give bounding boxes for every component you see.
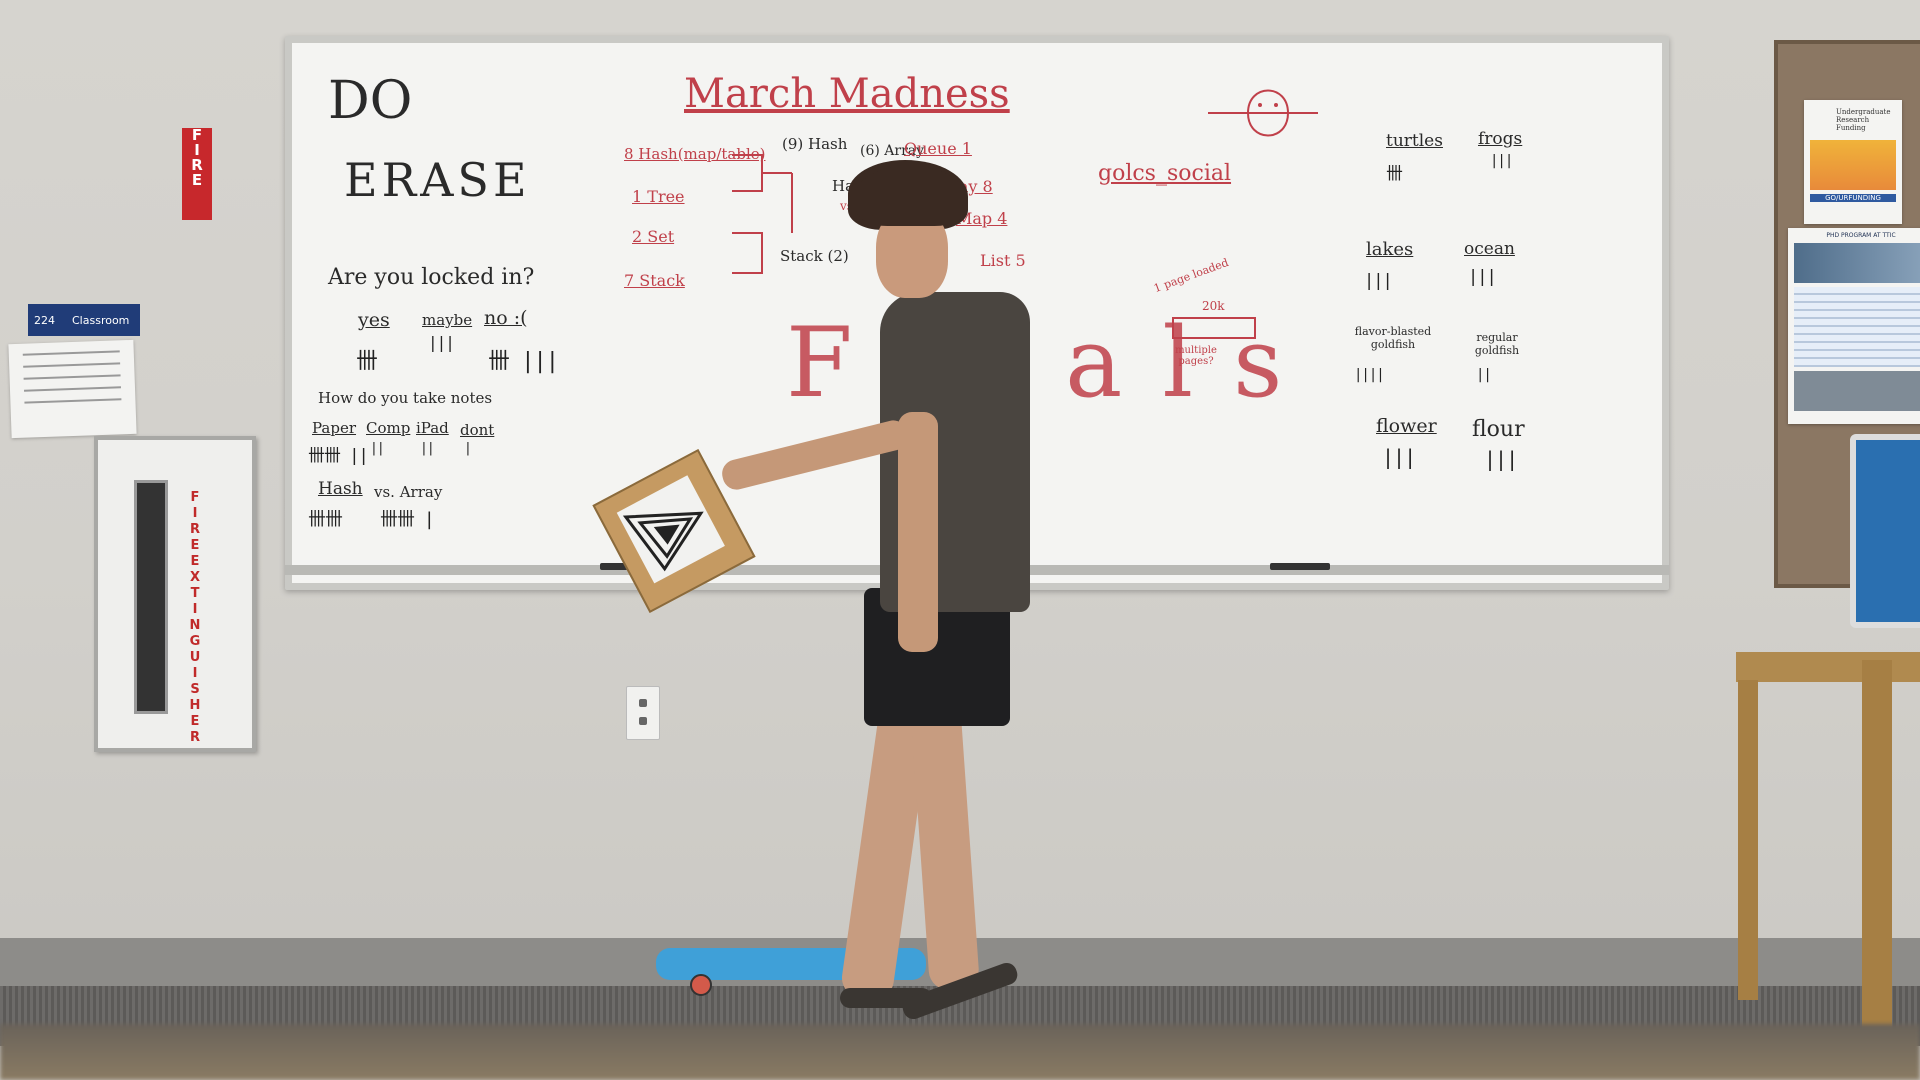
bracket-tree: 1 Tree xyxy=(632,187,685,206)
bracket-stack2: Stack (2) xyxy=(780,247,849,265)
board-multiple-pages: multiple pages? xyxy=(1175,345,1217,367)
board-march-madness-title: March Madness xyxy=(684,71,1010,117)
flyer-research-funding: Undergraduate Research Funding GO/URFUND… xyxy=(1804,100,1902,224)
posted-notice xyxy=(8,339,137,439)
fire-sign-letter: E xyxy=(191,171,203,189)
eraser xyxy=(1270,563,1330,570)
board-no: no :( xyxy=(484,307,528,329)
cabinet-label: FIRE EXTINGUISHER xyxy=(189,490,201,745)
skateboard-wheel xyxy=(690,974,712,996)
tally-array: 卌卌 | xyxy=(380,509,435,530)
board-ocean: ocean xyxy=(1464,239,1515,259)
tally-dont: | xyxy=(464,441,472,456)
board-page-box xyxy=(1172,317,1256,339)
room-sign: 224 Classroom xyxy=(28,304,140,336)
board-20k: 20k xyxy=(1202,299,1225,313)
board-vs-array: vs. Array xyxy=(374,483,443,501)
blurred-foreground xyxy=(0,1024,1920,1080)
board-lakes: lakes xyxy=(1366,239,1414,260)
tally-turtles: 卌 xyxy=(1386,164,1403,184)
tally-fb: |||| xyxy=(1354,367,1385,383)
cabinet-window xyxy=(134,480,168,714)
board-page-note: 1 page loaded xyxy=(1152,255,1231,296)
bracket-hash9: (9) Hash xyxy=(782,135,848,153)
tally-lakes: ||| xyxy=(1364,271,1393,291)
triangle-drawing-icon xyxy=(622,511,704,572)
tally-paper: 卌卌 || xyxy=(308,446,369,466)
board-social: golcs_social xyxy=(1098,161,1232,186)
board-maybe: maybe xyxy=(422,311,473,329)
board-dont: dont xyxy=(460,421,495,439)
flyer-footer: GO/URFUNDING xyxy=(1810,194,1896,202)
chair-leg xyxy=(1862,660,1892,1030)
bracket-queue: Queue 1 xyxy=(904,139,972,158)
flyer-title: Undergraduate Research Funding xyxy=(1836,108,1891,132)
tally-yes: 卌 xyxy=(356,349,378,374)
bracket-set: 2 Set xyxy=(632,227,675,246)
tally-ipad: || xyxy=(420,441,435,456)
board-erase: ERASE xyxy=(344,153,531,207)
fire-sign: F I R E xyxy=(182,128,212,220)
bracket-list5: List 5 xyxy=(980,251,1026,270)
board-locked-question: Are you locked in? xyxy=(328,265,535,290)
tally-reg: || xyxy=(1476,367,1492,383)
tally-frogs: ||| xyxy=(1490,153,1513,169)
desk xyxy=(1736,652,1920,682)
board-flour: flour xyxy=(1472,417,1525,442)
computer-monitor xyxy=(1850,434,1920,628)
board-paper: Paper xyxy=(312,419,357,437)
board-frogs: frogs xyxy=(1478,129,1523,149)
tally-ocean: ||| xyxy=(1468,267,1497,287)
bracket-stack: 7 Stack xyxy=(624,271,685,290)
person-arm-hanging xyxy=(898,412,938,652)
tally-comp: || xyxy=(370,441,385,456)
board-flower: flower xyxy=(1376,415,1437,437)
flyer-phd-program: PHD PROGRAM AT TTIC xyxy=(1788,228,1920,424)
board-notes-question: How do you take notes xyxy=(318,389,493,407)
person-hair xyxy=(856,166,966,226)
tally-flour: ||| xyxy=(1484,447,1518,471)
board-goldfish-fb: flavor-blasted goldfish xyxy=(1354,325,1432,351)
tally-no: 卌 ||| xyxy=(488,349,559,374)
room-label: Classroom xyxy=(72,314,130,327)
flyer-phd-title: PHD PROGRAM AT TTIC xyxy=(1826,232,1896,239)
tally-flower: ||| xyxy=(1382,445,1416,469)
fire-extinguisher-cabinet: FIRE EXTINGUISHER xyxy=(94,436,256,752)
board-turtles: turtles xyxy=(1386,131,1443,151)
tally-maybe: ||| xyxy=(428,333,455,352)
board-ipad: iPad xyxy=(416,419,449,437)
room-number: 224 xyxy=(34,314,55,327)
smiley-doodle-icon xyxy=(1208,89,1318,137)
board-do: DO xyxy=(328,71,413,131)
tally-hash: 卌卌 xyxy=(308,509,343,530)
bracket-lines xyxy=(732,154,793,274)
wall-outlet xyxy=(626,686,660,740)
board-hash: Hash xyxy=(318,479,363,499)
board-goldfish-reg: regular goldfish xyxy=(1474,331,1520,357)
board-yes: yes xyxy=(358,309,390,331)
board-comp: Comp xyxy=(366,419,411,437)
desk-leg xyxy=(1738,680,1758,1000)
